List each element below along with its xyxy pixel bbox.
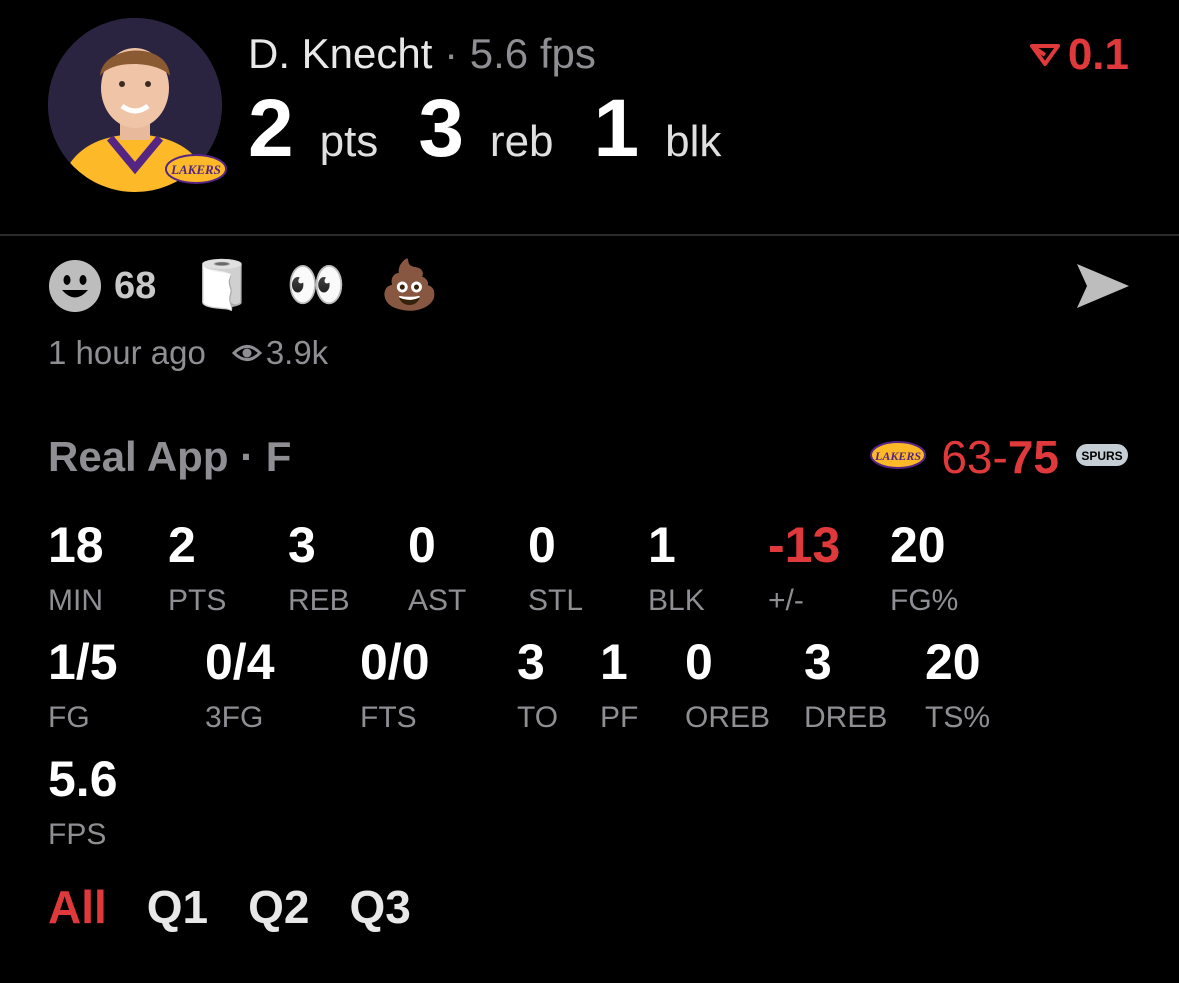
stat-label: OREB bbox=[685, 701, 771, 734]
score-separator: - bbox=[992, 431, 1008, 483]
stat-value: 3 bbox=[288, 517, 316, 573]
separator: · bbox=[444, 30, 459, 77]
headline-blk-unit: blk bbox=[665, 117, 722, 166]
score-away: 75 bbox=[1007, 431, 1059, 483]
stat-value: 0/0 bbox=[360, 634, 430, 690]
tab-q1[interactable]: Q1 bbox=[147, 880, 208, 934]
svg-text:LAKERS: LAKERS bbox=[170, 162, 221, 177]
stat-value: 3 bbox=[517, 634, 545, 690]
stat-label: 3FG bbox=[205, 701, 264, 734]
share-button[interactable] bbox=[1073, 260, 1133, 312]
stat-value: 0/4 bbox=[205, 634, 275, 690]
stat-value: 2 bbox=[168, 517, 196, 573]
stat-value: 20 bbox=[890, 517, 946, 573]
delta-value: 0.1 bbox=[1067, 30, 1129, 79]
view-count: 3.9k bbox=[231, 334, 329, 372]
stat-3fg: 0/4 3FG bbox=[205, 637, 275, 735]
stat-dreb: 3 DREB bbox=[804, 637, 887, 735]
stat-blk: 1 BLK bbox=[648, 520, 705, 618]
game-source: Real App · F bbox=[48, 433, 292, 480]
headline-stats: 2 pts 3 reb 1 blk bbox=[248, 88, 741, 170]
stat-value: 0 bbox=[408, 517, 436, 573]
section-divider bbox=[0, 234, 1179, 236]
stat-to: 3 TO bbox=[517, 637, 558, 735]
smile-icon[interactable] bbox=[48, 259, 102, 313]
stat-label: FTS bbox=[360, 701, 417, 734]
stat-value: 1 bbox=[600, 634, 628, 690]
stat-label: FG% bbox=[890, 584, 959, 617]
views-value: 3.9k bbox=[265, 334, 329, 371]
headline-reb-value: 3 bbox=[418, 83, 464, 174]
svg-text:LAKERS: LAKERS bbox=[874, 449, 921, 463]
player-name[interactable]: D. Knecht bbox=[248, 30, 432, 77]
stat-oreb: 0 OREB bbox=[685, 637, 770, 735]
svg-text:SPURS: SPURS bbox=[1081, 449, 1122, 463]
trend-down-icon bbox=[1029, 44, 1060, 66]
spurs-logo-icon: SPURS bbox=[1073, 439, 1131, 476]
stat-label: DREB bbox=[804, 701, 888, 734]
player-name-line: D. Knecht · 5.6 fps bbox=[248, 30, 596, 78]
lakers-logo-icon: LAKERS bbox=[869, 439, 927, 476]
stat-label: STL bbox=[528, 584, 584, 617]
stat-value: 3 bbox=[804, 634, 832, 690]
stat-label: AST bbox=[408, 584, 467, 617]
headline-pts-value: 2 bbox=[248, 83, 294, 174]
eyes-icon[interactable]: 👀 bbox=[286, 262, 346, 310]
eye-icon bbox=[231, 345, 262, 361]
stat-fg-pct: 20 FG% bbox=[890, 520, 958, 618]
stat-value: -13 bbox=[768, 517, 841, 573]
stat-label: TO bbox=[517, 701, 559, 734]
tab-q3[interactable]: Q3 bbox=[350, 880, 411, 934]
stat-pf: 1 PF bbox=[600, 637, 638, 735]
stat-stl: 0 STL bbox=[528, 520, 583, 618]
stat-label: FPS bbox=[48, 818, 107, 851]
stat-fg: 1/5 FG bbox=[48, 637, 118, 735]
stat-label: +/- bbox=[768, 584, 804, 617]
send-icon bbox=[1077, 264, 1129, 308]
stat-reb: 3 REB bbox=[288, 520, 350, 618]
stat-value: 18 bbox=[48, 517, 104, 573]
stat-value: 0 bbox=[685, 634, 713, 690]
post-time: 1 hour ago bbox=[48, 334, 206, 371]
stat-plus-minus: -13 +/- bbox=[768, 520, 840, 618]
tab-q2[interactable]: Q2 bbox=[248, 880, 309, 934]
poop-icon[interactable]: 💩 bbox=[380, 262, 440, 310]
tab-all[interactable]: All bbox=[48, 880, 107, 934]
stat-label: REB bbox=[288, 584, 350, 617]
headline-reb-unit: reb bbox=[489, 117, 554, 166]
stat-label: BLK bbox=[648, 584, 705, 617]
stat-label: PTS bbox=[168, 584, 227, 617]
stat-pts: 2 PTS bbox=[168, 520, 226, 618]
stat-fts: 0/0 FTS bbox=[360, 637, 430, 735]
stat-value: 5.6 bbox=[48, 751, 118, 807]
stat-label: PF bbox=[600, 701, 639, 734]
stat-ast: 0 AST bbox=[408, 520, 466, 618]
reaction-count: 68 bbox=[114, 264, 157, 307]
fps-delta: 0.1 bbox=[1029, 30, 1129, 80]
game-score[interactable]: LAKERS 63-75 SPURS bbox=[869, 430, 1131, 484]
score-text: 63-75 bbox=[941, 430, 1059, 484]
stat-value: 20 bbox=[925, 634, 981, 690]
period-tabs: All Q1 Q2 Q3 bbox=[48, 880, 411, 934]
score-home: 63 bbox=[941, 431, 993, 483]
player-fps: 5.6 fps bbox=[469, 30, 596, 77]
team-logo-lakers: LAKERS bbox=[164, 152, 228, 186]
stat-label: MIN bbox=[48, 584, 103, 617]
stat-ts-pct: 20 TS% bbox=[925, 637, 990, 735]
headline-blk-value: 1 bbox=[593, 83, 640, 174]
stat-label: TS% bbox=[925, 701, 991, 734]
reaction-bar: 68 🧻 👀 💩 bbox=[48, 258, 474, 314]
stat-fps: 5.6 FPS bbox=[48, 754, 118, 852]
stat-value: 1/5 bbox=[48, 634, 118, 690]
toilet-paper-icon[interactable]: 🧻 bbox=[192, 262, 252, 310]
post-meta: 1 hour ago 3.9k bbox=[48, 334, 328, 372]
stat-value: 1 bbox=[648, 517, 676, 573]
stat-label: FG bbox=[48, 701, 90, 734]
headline-pts-unit: pts bbox=[319, 117, 379, 166]
stat-min: 18 MIN bbox=[48, 520, 104, 618]
stat-value: 0 bbox=[528, 517, 556, 573]
